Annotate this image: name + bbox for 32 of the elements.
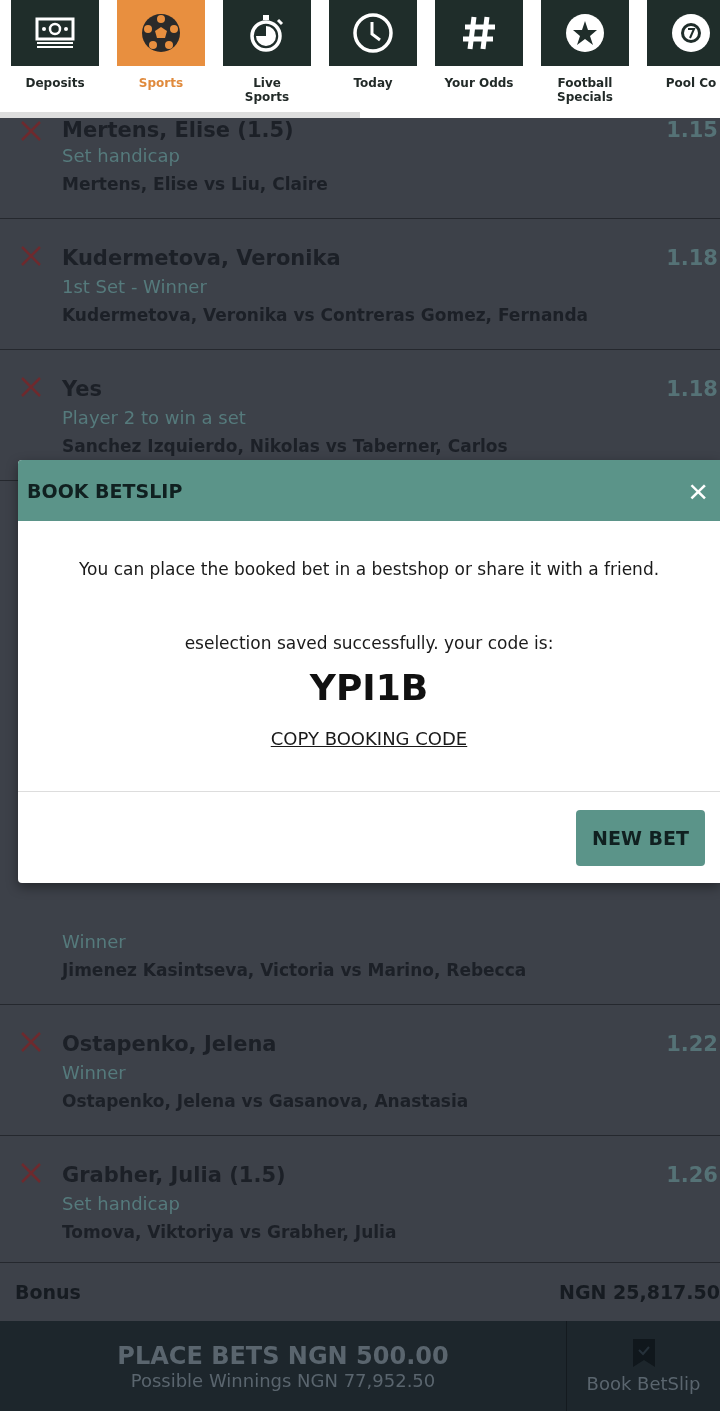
book-betslip-label: Book BetSlip [586, 1372, 701, 1394]
dialog-title: BOOK BETSLIP [27, 479, 183, 502]
market-name: Winner [62, 930, 126, 954]
new-bet-button[interactable]: NEW BET [576, 810, 705, 866]
category-label[interactable]: Deposits [25, 76, 85, 90]
lottery-ball-icon [669, 11, 713, 55]
saved-message: eselection saved successfully. your code is: [184, 633, 554, 653]
bookmark-check-icon [632, 1338, 655, 1367]
category-tile[interactable] [11, 0, 99, 66]
dialog-message: You can place the booked bet in a bestshop or share it with a friend. [78, 559, 660, 579]
market-name: Winner [62, 1061, 126, 1085]
booking-code: YPI1B [309, 667, 429, 708]
copy-code-link[interactable]: COPY BOOKING CODE [270, 728, 468, 749]
place-bets-label: PLACE BETS NGN 500.00 [117, 1341, 449, 1370]
category-tile[interactable] [647, 0, 720, 66]
category-label[interactable]: Football Specials [557, 76, 613, 104]
category-label[interactable]: Today [353, 76, 393, 90]
category-tile[interactable] [541, 0, 629, 66]
market-name: Set handicap [62, 1192, 180, 1216]
market-name: Player 2 to win a set [62, 406, 246, 430]
category-tile[interactable] [117, 0, 205, 66]
clock-icon [351, 11, 395, 55]
category-tile[interactable] [329, 0, 417, 66]
soccer-ball-icon [139, 11, 183, 55]
category-tile[interactable] [223, 0, 311, 66]
category-label[interactable]: Your Odds [444, 76, 514, 90]
possible-winnings: Possible Winnings NGN 77,952.50 [130, 1369, 436, 1391]
market-name: Set handicap [62, 144, 180, 168]
category-label[interactable]: Live Sports [244, 76, 290, 104]
category-label[interactable]: Pool Co [665, 76, 717, 90]
market-name: 1st Set - Winner [62, 275, 207, 299]
category-tile[interactable] [435, 0, 523, 66]
